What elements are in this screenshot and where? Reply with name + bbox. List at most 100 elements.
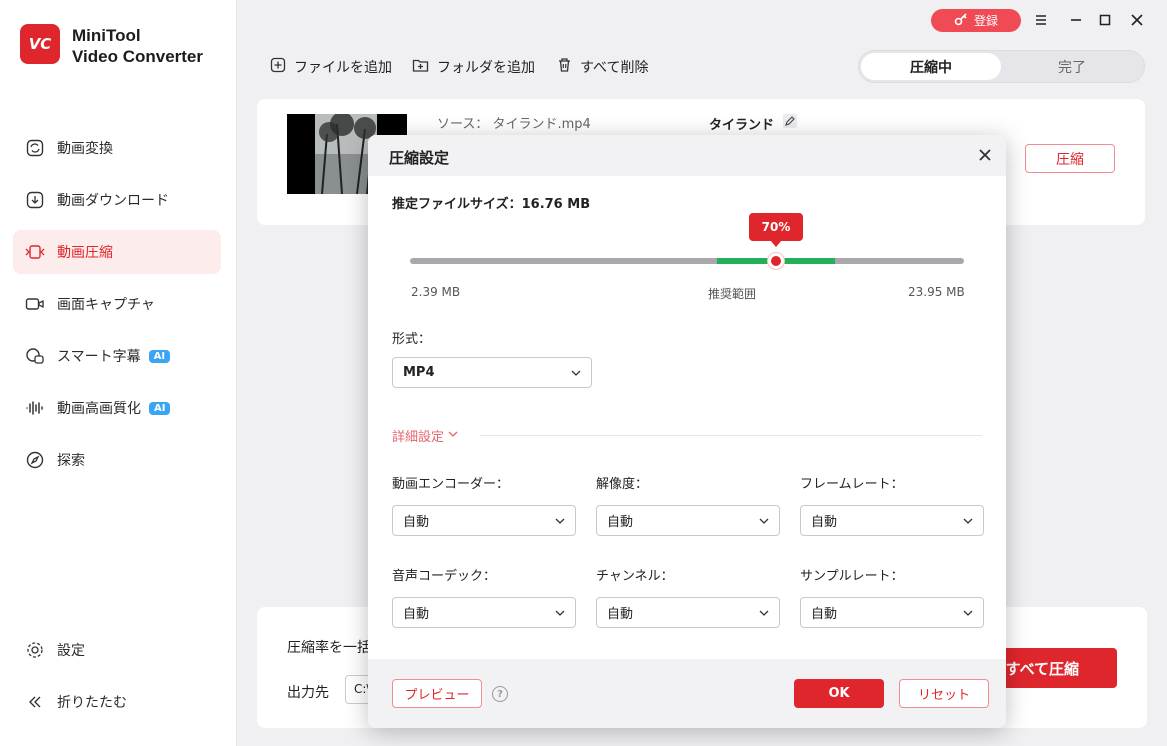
add-folder-button[interactable]: フォルダを追加 <box>412 55 535 79</box>
sample-rate-label: サンプルレート： <box>800 569 904 584</box>
app-name-line1: MiniTool <box>72 26 141 45</box>
resolution-select[interactable]: 自動 <box>596 505 780 536</box>
convert-icon <box>25 138 45 158</box>
edit-icon[interactable] <box>782 113 798 133</box>
chevron-down-icon <box>571 367 581 377</box>
preview-button[interactable]: プレビュー <box>392 679 482 708</box>
sidebar-item-collapse[interactable]: 折りたたむ <box>13 680 221 724</box>
resolution-value: 自動 <box>607 515 634 530</box>
output-label: 出力先 <box>287 685 329 701</box>
dialog-header: 圧縮設定 <box>368 135 1006 176</box>
channel-select[interactable]: 自動 <box>596 597 780 628</box>
sidebar-item-enhance[interactable]: 動画高画質化 AI <box>13 386 221 430</box>
advanced-settings-toggle[interactable]: 詳細設定 <box>392 426 458 445</box>
sidebar-item-label: 画面キャプチャ <box>57 297 155 313</box>
sidebar-nav: 動画変換 動画ダウンロード 動画圧縮 画面キャプチャ スマート字幕 AI 動画高… <box>13 126 221 490</box>
register-label: 登録 <box>973 14 998 28</box>
camera-icon <box>25 294 45 314</box>
sidebar-item-capture[interactable]: 画面キャプチャ <box>13 282 221 326</box>
sidebar-item-label: 動画ダウンロード <box>57 193 169 209</box>
recommended-range-label: 推奨範囲 <box>708 287 757 301</box>
sidebar-item-compress[interactable]: 動画圧縮 <box>13 230 221 274</box>
format-value: MP4 <box>403 365 435 380</box>
collapse-icon <box>25 692 45 712</box>
sidebar-item-label: 設定 <box>57 643 85 659</box>
ai-badge: AI <box>148 349 171 363</box>
compress-icon <box>25 242 45 262</box>
delete-all-label: すべて削除 <box>580 60 649 76</box>
dialog-footer: プレビュー ? OK リセット <box>368 659 1006 728</box>
sidebar-item-label: 動画圧縮 <box>57 245 113 261</box>
key-icon <box>954 12 968 29</box>
dialog-title: 圧縮設定 <box>389 149 450 167</box>
help-icon[interactable]: ? <box>492 686 508 702</box>
chevron-down-icon <box>963 607 973 617</box>
max-size-label: 23.95 MB <box>908 285 965 299</box>
add-file-button[interactable]: ファイルを追加 <box>270 55 392 79</box>
register-button[interactable]: 登録 <box>931 9 1021 32</box>
reset-button[interactable]: リセット <box>899 679 989 708</box>
enhance-icon <box>25 398 45 418</box>
slider-value-tooltip: 70% <box>749 213 803 247</box>
add-file-label: ファイルを追加 <box>294 60 392 76</box>
minimize-icon[interactable] <box>1066 10 1086 30</box>
app-logo: VC <box>20 24 60 64</box>
compass-icon <box>25 450 45 470</box>
gear-icon <box>25 640 45 660</box>
sample-rate-value: 自動 <box>811 607 838 622</box>
add-file-icon <box>270 57 286 77</box>
sidebar-item-subtitle[interactable]: スマート字幕 AI <box>13 334 221 378</box>
advanced-divider <box>480 435 982 436</box>
sidebar-item-convert[interactable]: 動画変換 <box>13 126 221 170</box>
ok-button[interactable]: OK <box>794 679 884 708</box>
estimated-size: 推定ファイルサイズ：16.76 MB <box>392 197 591 212</box>
dialog-close-icon[interactable] <box>974 144 996 166</box>
resolution-label: 解像度： <box>596 477 649 492</box>
frame-rate-value: 自動 <box>811 515 838 530</box>
tab-compressing[interactable]: 圧縮中 <box>861 53 1001 80</box>
chevron-down-icon <box>555 515 565 525</box>
compression-slider-track[interactable] <box>410 258 964 264</box>
sidebar-item-explore[interactable]: 探索 <box>13 438 221 482</box>
frame-rate-select[interactable]: 自動 <box>800 505 984 536</box>
file-title-text: タイランド <box>709 117 775 133</box>
subtitle-icon <box>25 346 45 366</box>
sidebar-item-label: 折りたたむ <box>57 695 127 711</box>
sidebar-bottom: 設定 折りたたむ <box>13 628 221 732</box>
compress-button[interactable]: 圧縮 <box>1025 144 1115 173</box>
video-encoder-value: 自動 <box>403 515 430 530</box>
sidebar: VC MiniTool Video Converter 動画変換 動画ダウンロー… <box>0 0 237 746</box>
batch-ratio-label: 圧縮率を一括 <box>287 640 371 656</box>
min-size-label: 2.39 MB <box>411 285 461 299</box>
advanced-settings-label: 詳細設定 <box>392 430 445 445</box>
tab-done[interactable]: 完了 <box>1002 53 1142 80</box>
frame-rate-label: フレームレート： <box>800 477 904 492</box>
sidebar-item-label: スマート字幕 <box>57 349 141 365</box>
audio-codec-select[interactable]: 自動 <box>392 597 576 628</box>
sidebar-item-label: 動画高画質化 <box>57 401 141 417</box>
compression-settings-dialog: 圧縮設定 推定ファイルサイズ：16.76 MB 70% 2.39 MB 推奨範囲… <box>368 135 1006 728</box>
slider-thumb[interactable] <box>768 253 784 269</box>
compress-all-button[interactable]: すべて圧縮 <box>997 648 1117 688</box>
format-select[interactable]: MP4 <box>392 357 592 388</box>
status-tabs: 圧縮中 完了 <box>858 50 1145 83</box>
source-filename: ソース： タイランド.mp4 <box>437 117 591 132</box>
video-encoder-label: 動画エンコーダー： <box>392 477 510 492</box>
video-encoder-select[interactable]: 自動 <box>392 505 576 536</box>
sidebar-item-label: 探索 <box>57 453 85 469</box>
maximize-icon[interactable] <box>1095 10 1115 30</box>
sidebar-item-download[interactable]: 動画ダウンロード <box>13 178 221 222</box>
menu-icon[interactable] <box>1031 10 1051 30</box>
sidebar-item-settings[interactable]: 設定 <box>13 628 221 672</box>
file-title: タイランド <box>709 113 798 133</box>
chevron-down-icon <box>759 515 769 525</box>
sidebar-item-label: 動画変換 <box>57 141 113 157</box>
chevron-down-icon <box>759 607 769 617</box>
channel-value: 自動 <box>607 607 634 622</box>
delete-all-button[interactable]: すべて削除 <box>557 55 648 79</box>
download-icon <box>25 190 45 210</box>
close-icon[interactable] <box>1127 10 1147 30</box>
chevron-down-icon <box>963 515 973 525</box>
ai-badge: AI <box>149 401 171 415</box>
sample-rate-select[interactable]: 自動 <box>800 597 984 628</box>
